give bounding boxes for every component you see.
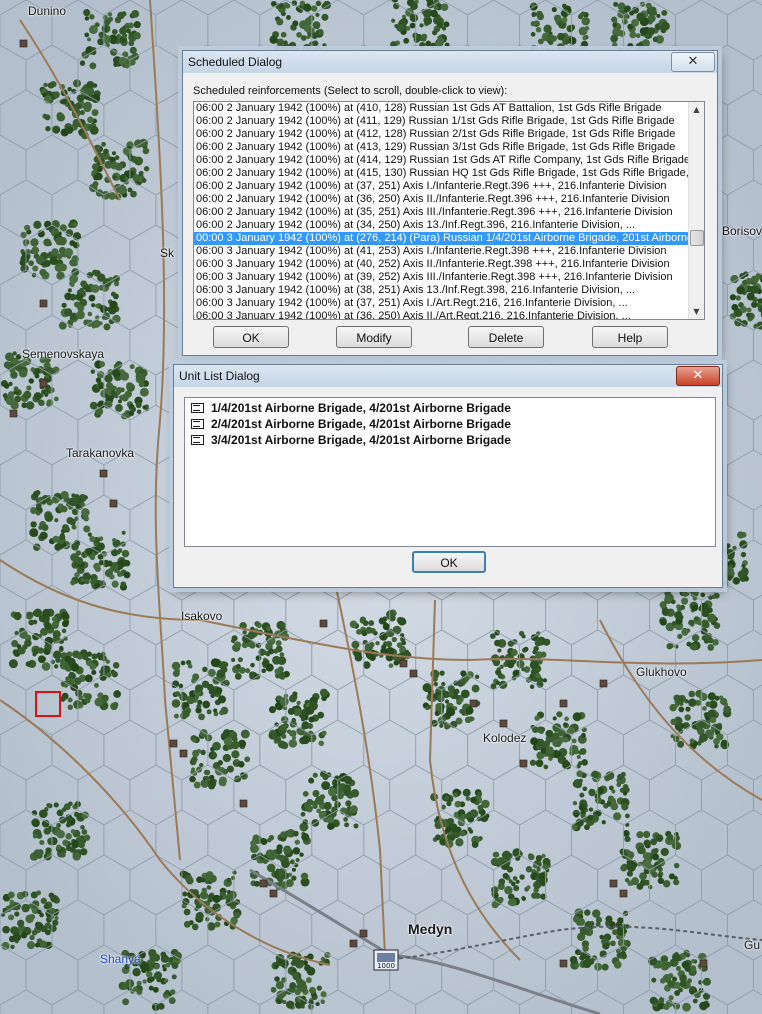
scroll-thumb[interactable] — [690, 230, 704, 246]
unit-list-dialog-title: Unit List Dialog — [179, 369, 260, 383]
ok-button[interactable]: OK — [213, 326, 289, 348]
reinforcement-row[interactable]: 00:00 3 January 1942 (100%) at (276, 214… — [194, 232, 704, 245]
reinforcement-row[interactable]: 06:00 2 January 1942 (100%) at (414, 129… — [194, 154, 704, 167]
unit-list-dialog-titlebar[interactable]: Unit List Dialog ✕ — [174, 365, 722, 387]
reinforcements-scrollbar[interactable]: ▲ ▼ — [688, 102, 704, 319]
unit-list[interactable]: 1/4/201st Airborne Brigade, 4/201st Airb… — [184, 397, 716, 547]
scheduled-dialog-title: Scheduled Dialog — [188, 55, 283, 69]
town-partial-sk: Sk — [160, 246, 175, 260]
close-icon[interactable]: ✕ — [671, 52, 715, 72]
unit-row[interactable]: 2/4/201st Airborne Brigade, 4/201st Airb… — [185, 416, 715, 432]
reinforcement-row[interactable]: 06:00 3 January 1942 (100%) at (37, 251)… — [194, 297, 704, 310]
reinforcement-row[interactable]: 06:00 2 January 1942 (100%) at (35, 251)… — [194, 206, 704, 219]
reinforcements-list[interactable]: 06:00 2 January 1942 (100%) at (410, 128… — [193, 101, 705, 320]
town-glukhovo: Glukhovo — [636, 665, 687, 679]
reinforcement-row[interactable]: 06:00 2 January 1942 (100%) at (415, 130… — [194, 167, 704, 180]
reinforcement-row[interactable]: 06:00 2 January 1942 (100%) at (412, 128… — [194, 128, 704, 141]
unit-row[interactable]: 1/4/201st Airborne Brigade, 4/201st Airb… — [185, 400, 715, 416]
close-icon[interactable]: ✕ — [676, 366, 720, 386]
town-partial-gu: Gu — [744, 938, 761, 952]
reinforcement-row[interactable]: 06:00 3 January 1942 (100%) at (38, 251)… — [194, 284, 704, 297]
town-isakovo: Isakovo — [181, 609, 223, 623]
unit-row-label: 1/4/201st Airborne Brigade, 4/201st Airb… — [211, 401, 511, 415]
unit-type-icon — [191, 419, 204, 429]
unit-type-icon — [191, 403, 204, 413]
scroll-up-icon[interactable]: ▲ — [689, 102, 704, 117]
unit-list-dialog: Unit List Dialog ✕ 1/4/201st Airborne Br… — [173, 364, 723, 588]
scroll-down-icon[interactable]: ▼ — [689, 304, 704, 319]
town-tarakanovka: Tarakanovka — [66, 446, 135, 460]
reinforcement-row[interactable]: 06:00 2 January 1942 (100%) at (410, 128… — [194, 102, 704, 115]
reinforcement-row[interactable]: 06:00 3 January 1942 (100%) at (40, 252)… — [194, 258, 704, 271]
svg-text:1000: 1000 — [377, 962, 395, 970]
reinforcement-row[interactable]: 06:00 2 January 1942 (100%) at (413, 129… — [194, 141, 704, 154]
modify-button[interactable]: Modify — [336, 326, 412, 348]
unit-type-icon — [191, 435, 204, 445]
town-semenovskaya: Semenovskaya — [22, 347, 105, 361]
ok-button[interactable]: OK — [412, 551, 486, 573]
unit-counter-medyn[interactable]: 1000 — [373, 949, 399, 971]
reinforcement-row[interactable]: 06:00 3 January 1942 (100%) at (36, 250)… — [194, 310, 704, 319]
unit-row[interactable]: 3/4/201st Airborne Brigade, 4/201st Airb… — [185, 432, 715, 448]
help-button[interactable]: Help — [592, 326, 668, 348]
reinforcements-label: Scheduled reinforcements (Select to scro… — [193, 85, 508, 97]
reinforcement-row[interactable]: 06:00 2 January 1942 (100%) at (36, 250)… — [194, 193, 704, 206]
delete-button[interactable]: Delete — [468, 326, 544, 348]
town-shanya: Shanya — [100, 952, 141, 966]
reinforcement-row[interactable]: 06:00 3 January 1942 (100%) at (41, 253)… — [194, 245, 704, 258]
scheduled-dialog-titlebar[interactable]: Scheduled Dialog ✕ — [183, 51, 717, 73]
reinforcement-row[interactable]: 06:00 2 January 1942 (100%) at (411, 129… — [194, 115, 704, 128]
town-medyn: Medyn — [408, 921, 453, 937]
town-kolodez: Kolodez — [483, 731, 527, 745]
unit-row-label: 2/4/201st Airborne Brigade, 4/201st Airb… — [211, 417, 511, 431]
scheduled-dialog: Scheduled Dialog ✕ Scheduled reinforceme… — [182, 50, 718, 356]
reinforcement-row[interactable]: 06:00 3 January 1942 (100%) at (39, 252)… — [194, 271, 704, 284]
town-dunino: Dunino — [28, 4, 67, 18]
reinforcement-row[interactable]: 06:00 2 January 1942 (100%) at (37, 251)… — [194, 180, 704, 193]
town-borisov: Borisov — [722, 224, 762, 238]
unit-row-label: 3/4/201st Airborne Brigade, 4/201st Airb… — [211, 433, 511, 447]
reinforcement-row[interactable]: 06:00 2 January 1942 (100%) at (34, 250)… — [194, 219, 704, 232]
